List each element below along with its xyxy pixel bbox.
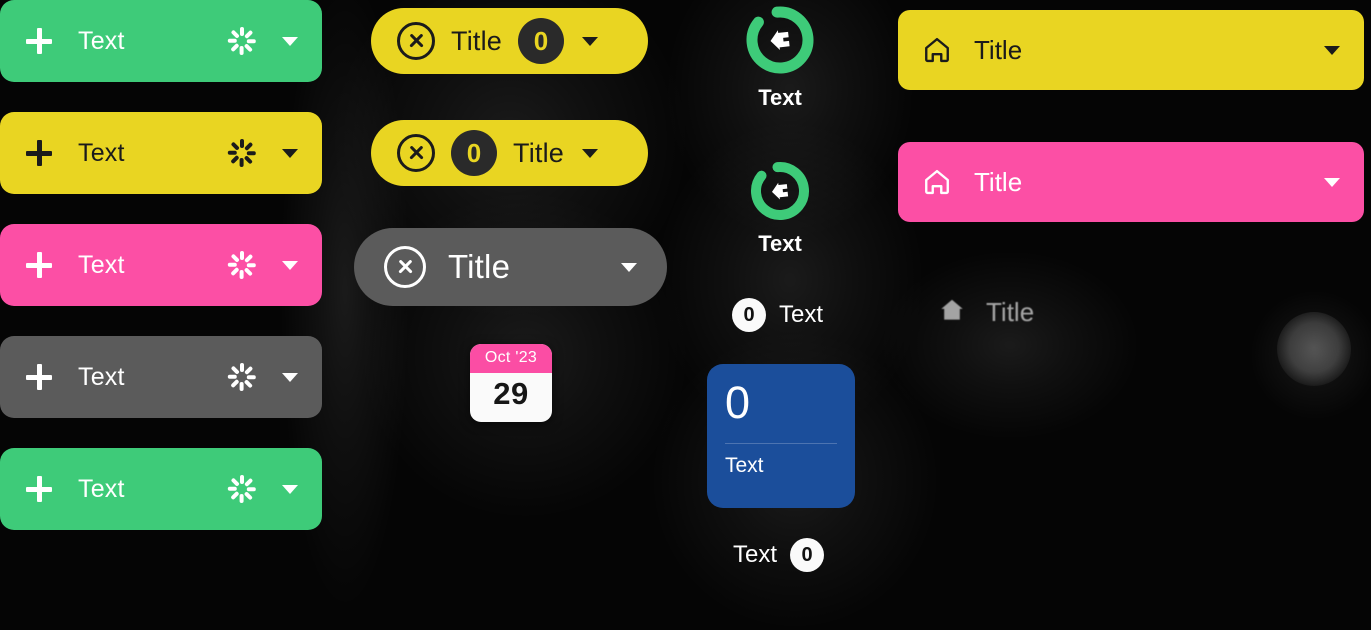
home-icon [922,35,952,65]
chip-title: Title [448,248,511,285]
add-button-label: Text [78,474,125,503]
home-icon [749,160,811,222]
spinner-icon [228,139,256,167]
glow-halo [880,250,1140,440]
plus-icon [24,474,54,504]
chip-count-badge: 0 [451,130,497,176]
plus-icon [24,26,54,56]
count-row-label: Text [733,541,778,568]
title-bar-button[interactable]: Title [898,10,1364,90]
chevron-down-icon[interactable] [282,260,298,270]
chevron-down-icon[interactable] [282,372,298,382]
chip-count-badge: 0 [518,18,565,64]
add-button-label: Text [78,138,125,167]
spinner-icon [228,27,256,55]
stat-card-divider [725,443,837,444]
faded-circle-element [1277,312,1351,386]
plus-icon [24,250,54,280]
count-badge: 0 [790,538,825,572]
add-text-button[interactable]: Text [0,112,322,194]
chip-title: Title [513,137,565,168]
title-bar-label: Title [974,34,1023,65]
count-row-label: Text [779,301,824,328]
home-icon [744,4,816,76]
progress-ring-label: Text [758,231,802,256]
calendar-month-label: Oct '23 [470,344,552,373]
chevron-down-icon[interactable] [1324,177,1340,187]
progress-ring [749,160,811,222]
component-showcase-canvas: Text Text Text Text Text Title 0 0 Title… [0,0,1371,630]
chevron-down-icon[interactable] [1324,45,1340,55]
progress-ring-item[interactable]: Text [744,4,816,111]
chevron-down-icon[interactable] [282,36,298,46]
title-bar-label: Title [974,166,1023,197]
add-button-label: Text [78,250,125,279]
add-text-button[interactable]: Text [0,0,322,82]
count-text-row[interactable]: 0 Text [732,298,823,332]
add-button-label: Text [78,26,125,55]
text-count-row[interactable]: Text 0 [733,538,825,572]
chevron-down-icon[interactable] [582,36,599,46]
stat-card-value: 0 [725,377,751,428]
add-text-button[interactable]: Text [0,224,322,306]
faded-title-label: Title [986,297,1035,327]
progress-ring-item[interactable]: Text [749,160,811,257]
home-icon [938,296,966,329]
spinner-icon [228,251,256,279]
title-bar-button[interactable]: Title [898,142,1364,222]
calendar-day-label: 29 [493,376,529,411]
count-badge: 0 [732,298,766,332]
filter-chip[interactable]: Title 0 [371,8,648,74]
add-text-button[interactable]: Text [0,448,322,530]
chip-title: Title [451,25,503,56]
spinner-icon [228,363,256,391]
plus-icon [24,362,54,392]
add-text-button[interactable]: Text [0,336,322,418]
stat-card-label: Text [725,454,764,477]
faded-title-item[interactable]: Title [938,296,1034,329]
add-button-label: Text [78,362,125,391]
stat-card[interactable]: 0 Text [707,364,855,508]
chevron-down-icon[interactable] [282,484,298,494]
spinner-icon [228,475,256,503]
filter-chip[interactable]: 0 Title [371,120,648,186]
calendar-date-widget[interactable]: Oct '23 29 [470,344,552,422]
close-circle-icon[interactable] [397,134,435,172]
home-icon [922,167,952,197]
close-circle-icon[interactable] [384,246,426,288]
plus-icon [24,138,54,168]
chevron-down-icon[interactable] [582,148,599,158]
chevron-down-icon[interactable] [621,262,637,272]
progress-ring-label: Text [758,85,802,110]
progress-ring [744,4,816,76]
chevron-down-icon[interactable] [282,148,298,158]
filter-chip[interactable]: Title [354,228,667,306]
close-circle-icon[interactable] [397,22,435,60]
